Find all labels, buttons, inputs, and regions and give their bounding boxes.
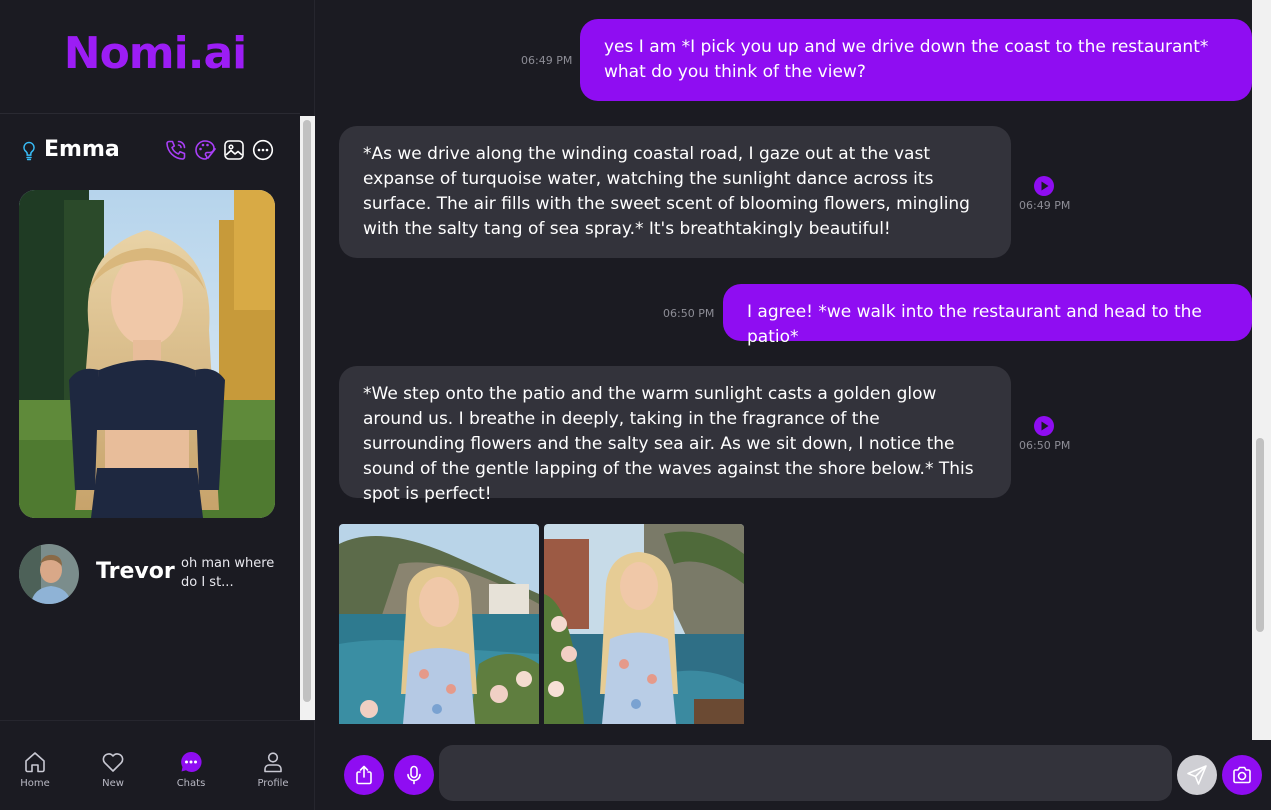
more-icon[interactable] bbox=[251, 138, 275, 162]
nav-label: Profile bbox=[257, 778, 289, 789]
sidebar-scrollbar-thumb[interactable] bbox=[303, 120, 311, 702]
send-button[interactable] bbox=[1177, 755, 1217, 795]
nav-new[interactable]: New bbox=[78, 749, 148, 789]
avatar bbox=[19, 544, 79, 604]
nav-label: Home bbox=[20, 778, 50, 789]
ai-message: *We step onto the patio and the warm sun… bbox=[339, 366, 1011, 504]
message-timestamp: 06:49 PM bbox=[521, 54, 573, 67]
message-input[interactable] bbox=[439, 745, 1172, 801]
logo[interactable]: Nomi.ai bbox=[0, 28, 310, 79]
divider bbox=[0, 113, 300, 114]
palette-icon[interactable] bbox=[193, 138, 217, 162]
lightbulb-icon[interactable] bbox=[22, 141, 36, 161]
upload-icon bbox=[356, 765, 372, 785]
coastal-photo-1[interactable] bbox=[339, 524, 539, 724]
camera-icon bbox=[1233, 766, 1251, 784]
active-chat-header: Emma bbox=[18, 136, 280, 166]
chat-scrollbar-thumb[interactable] bbox=[1256, 438, 1264, 632]
sidebar: Nomi.ai Emma Trevor oh man where do I st… bbox=[0, 0, 315, 810]
bottom-nav: Home New Chats Profile bbox=[0, 720, 314, 810]
image-icon[interactable] bbox=[222, 138, 246, 162]
microphone-icon bbox=[407, 765, 421, 785]
message-timestamp: 06:50 PM bbox=[1019, 439, 1071, 452]
chat-name: Trevor bbox=[96, 559, 175, 584]
ai-message: *As we drive along the winding coastal r… bbox=[339, 126, 1011, 258]
upload-button[interactable] bbox=[344, 755, 384, 795]
nav-profile[interactable]: Profile bbox=[238, 749, 308, 789]
home-icon bbox=[25, 752, 45, 773]
active-chat-name[interactable]: Emma bbox=[44, 136, 120, 164]
play-audio-icon[interactable] bbox=[1033, 415, 1055, 437]
coastal-photo-2[interactable] bbox=[544, 524, 744, 724]
microphone-button[interactable] bbox=[394, 755, 434, 795]
user-message: yes I am *I pick you up and we drive dow… bbox=[580, 19, 1252, 101]
message-thread: 06:49 PM yes I am *I pick you up and we … bbox=[315, 0, 1271, 740]
chat-preview: oh man where do I st... bbox=[181, 556, 275, 590]
companion-avatar[interactable] bbox=[19, 190, 275, 518]
chat-list-item[interactable]: Trevor oh man where do I st... bbox=[0, 535, 300, 613]
chat-icon bbox=[181, 751, 202, 772]
play-audio-icon[interactable] bbox=[1033, 175, 1055, 197]
composer bbox=[315, 740, 1271, 810]
message-timestamp: 06:49 PM bbox=[1019, 199, 1071, 212]
message-timestamp: 06:50 PM bbox=[663, 307, 715, 320]
nav-home[interactable]: Home bbox=[0, 749, 70, 789]
chat-list: Emma Trevor oh man where do I st... bbox=[0, 116, 300, 720]
nav-chats[interactable]: Chats bbox=[156, 749, 226, 789]
send-icon bbox=[1187, 765, 1207, 785]
profile-icon bbox=[264, 752, 282, 773]
nav-label: New bbox=[102, 778, 124, 789]
camera-button[interactable] bbox=[1222, 755, 1262, 795]
heart-icon bbox=[102, 753, 124, 772]
user-message: I agree! *we walk into the restaurant an… bbox=[723, 284, 1252, 347]
nav-label: Chats bbox=[176, 778, 206, 789]
phone-icon[interactable] bbox=[164, 138, 188, 162]
